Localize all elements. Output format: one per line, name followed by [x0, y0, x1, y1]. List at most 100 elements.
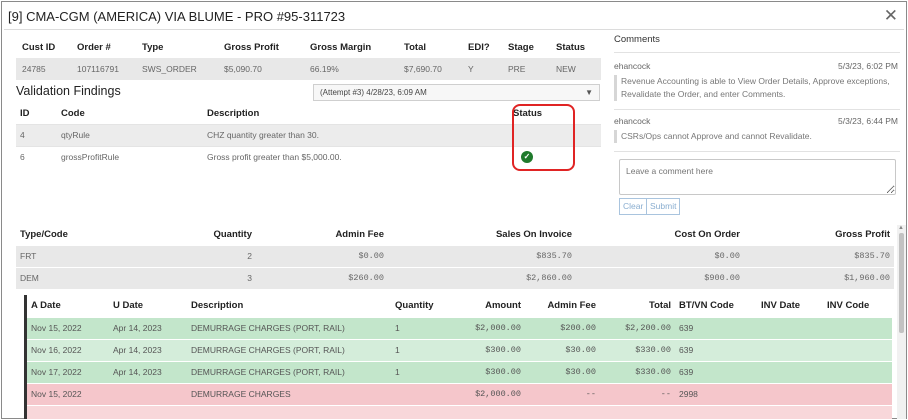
titlebar: [9] CMA-CGM (AMERICA) VIA BLUME - PRO #9… — [8, 7, 900, 28]
comment-text: CSRs/Ops cannot Approve and cannot Reval… — [614, 130, 900, 143]
charges-header-row: Type/Code Quantity Admin Fee Sales On In… — [16, 225, 894, 245]
scroll-up-icon[interactable]: ▲ — [898, 225, 904, 231]
scrollbar[interactable]: ▲ — [897, 225, 906, 419]
details-cell: DEMURRAGE CHARGES (PORT, RAIL) — [187, 338, 391, 361]
charges-col-quantity: Quantity — [213, 229, 252, 241]
details-cell: Nov 16, 2022 — [27, 338, 109, 361]
details-cell — [109, 382, 187, 405]
order-col-cust-id: Cust ID — [22, 41, 56, 53]
details-cell: 639 — [675, 338, 757, 361]
charges-col-sales: Sales On Invoice — [495, 229, 572, 241]
charges-table: Type/Code Quantity Admin Fee Sales On In… — [16, 225, 894, 289]
details-row[interactable]: Nov 15, 2022 Apr 14, 2023 DEMURRAGE CHAR… — [27, 316, 892, 339]
details-col-total: Total — [600, 295, 675, 317]
order-col-stage: Stage — [508, 41, 534, 53]
details-col-inv-date: INV Date — [757, 295, 823, 317]
details-cell — [757, 360, 823, 383]
details-cell — [757, 338, 823, 361]
charges-cell: $0.00 — [256, 244, 388, 267]
details-cell — [823, 382, 892, 405]
order-cell: 107116791 — [71, 58, 136, 80]
details-cell: Apr 14, 2023 — [109, 338, 187, 361]
details-col-admin-fee: Admin Fee — [525, 295, 600, 317]
validation-col-code: Code — [61, 108, 85, 120]
charges-cell: $900.00 — [576, 266, 744, 289]
comment-item: ehancock 5/3/23, 6:44 PM CSRs/Ops cannot… — [614, 116, 900, 143]
comments-title: Comments — [614, 34, 660, 45]
details-cell — [757, 382, 823, 405]
comment-author: ehancock — [614, 116, 651, 126]
details-cell: -- — [525, 382, 600, 405]
order-col-status: Status — [556, 41, 586, 53]
order-cell: NEW — [550, 58, 601, 80]
order-header-row: Cust ID Order # Type Gross Profit Gross … — [16, 36, 601, 58]
details-cell: $300.00 — [455, 338, 525, 361]
details-cell: 1 — [391, 316, 455, 339]
charge-details-panel: A Date U Date Description Quantity Amoun… — [24, 295, 892, 419]
charges-cell: $835.70 — [388, 244, 576, 267]
comment-timestamp: 5/3/23, 6:44 PM — [837, 116, 898, 126]
charges-cell: 2 — [156, 244, 256, 267]
details-cell: DEMURRAGE CHARGES (PORT, RAIL) — [187, 360, 391, 383]
details-row[interactable]: Nov 16, 2022 Apr 14, 2023 DEMURRAGE CHAR… — [27, 338, 892, 361]
details-cell — [757, 316, 823, 339]
details-col-bt-vn-code: BT/VN Code — [675, 295, 757, 317]
charges-col-cost: Cost On Order — [674, 229, 740, 241]
order-cell: SWS_ORDER — [136, 58, 218, 80]
details-col-a-date: A Date — [27, 295, 109, 317]
charges-col-gross-profit: Gross Profit — [835, 229, 890, 241]
details-cell: 639 — [675, 360, 757, 383]
comment-input[interactable] — [619, 159, 896, 195]
details-cell: 1 — [391, 360, 455, 383]
charges-row[interactable]: DEM 3 $260.00 $2,860.00 $900.00 $1,960.0… — [16, 266, 894, 289]
comment-author: ehancock — [614, 61, 651, 71]
order-col-gross-profit: Gross Profit — [224, 41, 279, 53]
validation-id: 4 — [16, 123, 57, 146]
charges-col-admin-fee: Admin Fee — [335, 229, 384, 241]
divider — [614, 151, 900, 152]
details-cell: $300.00 — [455, 360, 525, 383]
comment-timestamp: 5/3/23, 6:02 PM — [837, 61, 898, 71]
details-row[interactable] — [27, 404, 892, 419]
details-cell — [27, 404, 892, 419]
scrollbar-thumb[interactable] — [899, 233, 904, 333]
details-cell — [823, 338, 892, 361]
details-cell: $30.00 — [525, 360, 600, 383]
clear-button[interactable]: Clear — [619, 198, 648, 215]
validation-description: CHZ quantity greater than 30. — [203, 123, 509, 146]
order-col-edi: EDI? — [468, 41, 490, 53]
charges-cell: $2,860.00 — [388, 266, 576, 289]
details-cell: DEMURRAGE CHARGES (PORT, RAIL) — [187, 316, 391, 339]
charges-cell: $260.00 — [256, 266, 388, 289]
attempt-select-value: (Attempt #3) 4/28/23, 6:09 AM — [320, 88, 427, 97]
validation-findings-title: Validation Findings — [16, 84, 121, 98]
charges-col-type: Type/Code — [20, 229, 68, 241]
divider — [4, 29, 904, 30]
details-cell: $30.00 — [525, 338, 600, 361]
order-row: 24785 107116791 SWS_ORDER $5,090.70 66.1… — [16, 58, 601, 80]
charges-cell: 3 — [156, 266, 256, 289]
details-cell: $2,200.00 — [600, 316, 675, 339]
order-col-total: Total — [404, 41, 426, 53]
details-cell: Nov 15, 2022 — [27, 316, 109, 339]
details-col-amount: Amount — [455, 295, 525, 317]
submit-button[interactable]: Submit — [646, 198, 681, 215]
order-col-type: Type — [142, 41, 164, 53]
divider — [614, 109, 900, 110]
charges-cell: $835.70 — [744, 244, 894, 267]
close-icon[interactable]: ✕ — [884, 7, 898, 25]
order-cell: 24785 — [16, 58, 71, 80]
charges-row[interactable]: FRT 2 $0.00 $835.70 $0.00 $835.70 — [16, 244, 894, 267]
attempt-select[interactable]: (Attempt #3) 4/28/23, 6:09 AM ▼ — [313, 84, 600, 101]
details-cell: Nov 15, 2022 — [27, 382, 109, 405]
charges-cell: DEM — [16, 266, 156, 289]
order-cell: $5,090.70 — [218, 58, 304, 80]
charges-cell: $0.00 — [576, 244, 744, 267]
comment-text: Revenue Accounting is able to View Order… — [614, 75, 900, 101]
details-cell — [391, 382, 455, 405]
validation-id: 6 — [16, 145, 57, 168]
details-row[interactable]: Nov 15, 2022 DEMURRAGE CHARGES $2,000.00… — [27, 382, 892, 405]
order-cell: $7,690.70 — [398, 58, 462, 80]
details-row[interactable]: Nov 17, 2022 Apr 14, 2023 DEMURRAGE CHAR… — [27, 360, 892, 383]
comments-panel: Comments ehancock 5/3/23, 6:02 PM Revenu… — [614, 34, 900, 152]
